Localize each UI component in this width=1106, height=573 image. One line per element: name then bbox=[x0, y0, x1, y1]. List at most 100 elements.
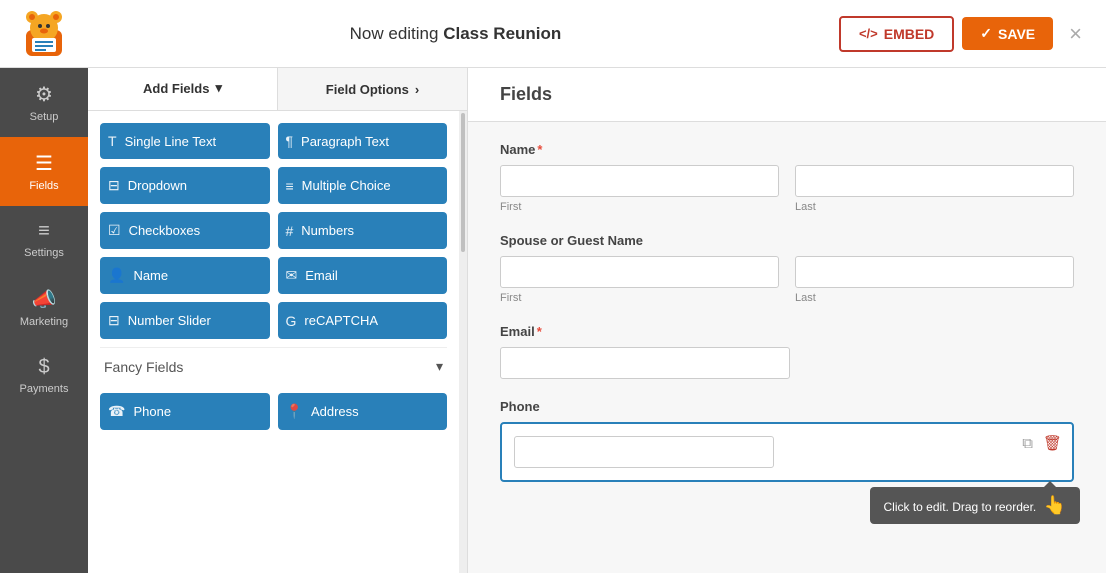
top-bar-actions: </> EMBED ✓ SAVE × bbox=[839, 16, 1090, 52]
top-bar: Now editing Class Reunion </> EMBED ✓ SA… bbox=[0, 0, 1106, 68]
email-input[interactable] bbox=[500, 347, 790, 379]
sidebar-item-label: Setup bbox=[30, 111, 59, 123]
form-preview: Fields Name* First Last bbox=[468, 68, 1106, 573]
phone-form-field[interactable]: Phone ⧉ 🗑 Click to edit. Drag to r bbox=[500, 399, 1074, 482]
check-icon: ✓ bbox=[980, 25, 992, 42]
panel-tabs: Add Fields ▾ Field Options › bbox=[88, 68, 467, 111]
first-name-input[interactable] bbox=[500, 165, 779, 197]
phone-field-wrapper[interactable]: ⧉ 🗑 Click to edit. Drag to reorder. 👆 bbox=[500, 422, 1074, 482]
hash-icon: # bbox=[286, 223, 294, 239]
chevron-right-icon: › bbox=[415, 82, 419, 97]
field-btn-number-slider[interactable]: ⊟ Number Slider bbox=[100, 302, 270, 339]
field-btn-name[interactable]: 👤 Name bbox=[100, 257, 270, 294]
main-layout: ⚙ Setup ☰ Fields ≡ Settings 📣 Marketing … bbox=[0, 68, 1106, 573]
name-form-field: Name* First Last bbox=[500, 142, 1074, 213]
form-preview-header: Fields bbox=[468, 68, 1106, 122]
person-icon: 👤 bbox=[108, 267, 125, 284]
field-btn-checkboxes[interactable]: ☑ Checkboxes bbox=[100, 212, 270, 249]
field-btn-address[interactable]: 📍 Address bbox=[278, 393, 448, 430]
field-btn-dropdown[interactable]: ⊟ Dropdown bbox=[100, 167, 270, 204]
spouse-first-col: First bbox=[500, 256, 779, 304]
tooltip-box: Click to edit. Drag to reorder. 👆 bbox=[870, 487, 1081, 524]
chevron-down-icon: ▾ bbox=[215, 80, 222, 96]
field-btn-paragraph-text[interactable]: ¶ Paragraph Text bbox=[278, 123, 448, 159]
last-label: Last bbox=[795, 201, 1074, 213]
sidebar-item-setup[interactable]: ⚙ Setup bbox=[0, 68, 88, 137]
first-name-col: First bbox=[500, 165, 779, 213]
sidebar-item-label: Settings bbox=[24, 247, 64, 259]
tab-field-options[interactable]: Field Options › bbox=[278, 68, 467, 110]
field-buttons-grid: T Single Line Text ¶ Paragraph Text ⊟ Dr… bbox=[100, 123, 447, 339]
email-icon: ✉ bbox=[286, 267, 298, 284]
email-required-indicator: * bbox=[537, 324, 542, 339]
field-btn-email[interactable]: ✉ Email bbox=[278, 257, 448, 294]
copy-icon: ⧉ bbox=[1022, 435, 1033, 452]
last-name-col: Last bbox=[795, 165, 1074, 213]
field-btn-multiple-choice[interactable]: ≡ Multiple Choice bbox=[278, 167, 448, 204]
spouse-first-label: First bbox=[500, 292, 779, 304]
fancy-fields-grid: ☎ Phone 📍 Address bbox=[100, 393, 447, 430]
spouse-last-input[interactable] bbox=[795, 256, 1074, 288]
slider-icon: ⊟ bbox=[108, 312, 120, 329]
sidebar-item-fields[interactable]: ☰ Fields bbox=[0, 137, 88, 206]
sidebar-item-label: Payments bbox=[20, 383, 69, 395]
settings-icon: ≡ bbox=[38, 220, 50, 243]
phone-icon: ☎ bbox=[108, 403, 125, 420]
phone-label: Phone bbox=[500, 399, 1074, 414]
first-label: First bbox=[500, 201, 779, 213]
close-button[interactable]: × bbox=[1061, 17, 1090, 51]
save-button[interactable]: ✓ SAVE bbox=[962, 17, 1053, 50]
delete-phone-button[interactable]: 🗑 bbox=[1041, 432, 1064, 454]
sidebar-item-marketing[interactable]: 📣 Marketing bbox=[0, 273, 88, 342]
last-name-input[interactable] bbox=[795, 165, 1074, 197]
fields-icon: ☰ bbox=[35, 151, 53, 176]
cursor-icon: 👆 bbox=[1044, 495, 1066, 516]
trash-icon: 🗑 bbox=[1043, 435, 1062, 452]
pin-icon: 📍 bbox=[286, 403, 303, 420]
embed-button[interactable]: </> EMBED bbox=[839, 16, 954, 52]
fancy-fields-header[interactable]: Fancy Fields ▾ bbox=[100, 347, 447, 385]
phone-field-actions: ⧉ 🗑 bbox=[1020, 432, 1064, 454]
field-btn-recaptcha[interactable]: G reCAPTCHA bbox=[278, 302, 448, 339]
spouse-last-label: Last bbox=[795, 292, 1074, 304]
sidebar-item-payments[interactable]: $ Payments bbox=[0, 342, 88, 409]
list-icon: ≡ bbox=[286, 178, 294, 194]
paragraph-icon: ¶ bbox=[286, 133, 294, 149]
name-row: First Last bbox=[500, 165, 1074, 213]
dropdown-icon: ⊟ bbox=[108, 177, 120, 194]
logo bbox=[16, 6, 72, 62]
name-label: Name* bbox=[500, 142, 1074, 157]
spouse-name-form-field: Spouse or Guest Name First Last bbox=[500, 233, 1074, 304]
page-title: Now editing Class Reunion bbox=[350, 24, 562, 44]
logo-icon bbox=[16, 6, 72, 62]
field-btn-numbers[interactable]: # Numbers bbox=[278, 212, 448, 249]
spouse-first-input[interactable] bbox=[500, 256, 779, 288]
sidebar-item-label: Fields bbox=[29, 180, 58, 192]
copy-phone-button[interactable]: ⧉ bbox=[1020, 432, 1035, 454]
tab-add-fields[interactable]: Add Fields ▾ bbox=[88, 68, 277, 110]
spouse-name-label: Spouse or Guest Name bbox=[500, 233, 1074, 248]
spouse-last-col: Last bbox=[795, 256, 1074, 304]
text-icon: T bbox=[108, 133, 117, 149]
sidebar-nav: ⚙ Setup ☰ Fields ≡ Settings 📣 Marketing … bbox=[0, 68, 88, 573]
field-btn-phone[interactable]: ☎ Phone bbox=[100, 393, 270, 430]
form-title: Fields bbox=[500, 84, 552, 104]
email-label: Email* bbox=[500, 324, 1074, 339]
sidebar-item-settings[interactable]: ≡ Settings bbox=[0, 206, 88, 273]
marketing-icon: 📣 bbox=[32, 287, 57, 312]
field-btn-single-line-text[interactable]: T Single Line Text bbox=[100, 123, 270, 159]
sidebar-item-label: Marketing bbox=[20, 316, 68, 328]
phone-input[interactable] bbox=[514, 436, 774, 468]
fancy-fields-chevron: ▾ bbox=[436, 358, 443, 375]
scroll-track[interactable] bbox=[459, 111, 467, 573]
fancy-fields-section: Fancy Fields ▾ ☎ Phone 📍 Address bbox=[100, 347, 447, 430]
recaptcha-icon: G bbox=[286, 313, 297, 329]
payments-icon: $ bbox=[38, 356, 49, 379]
email-form-field: Email* bbox=[500, 324, 1074, 379]
checkbox-icon: ☑ bbox=[108, 222, 121, 239]
spouse-name-row: First Last bbox=[500, 256, 1074, 304]
fields-panel-content: T Single Line Text ¶ Paragraph Text ⊟ Dr… bbox=[88, 111, 459, 573]
form-content: Name* First Last Spouse or Guest Name bbox=[468, 122, 1106, 522]
required-indicator: * bbox=[537, 142, 542, 157]
fancy-fields-label: Fancy Fields bbox=[104, 359, 183, 375]
